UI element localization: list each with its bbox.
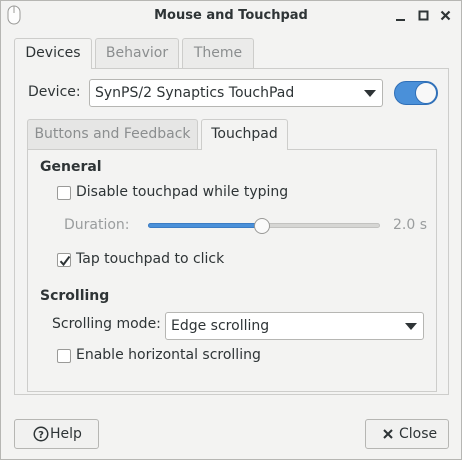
chevron-down-icon [364, 90, 376, 97]
scrolling-mode-select[interactable]: Edge scrolling [165, 312, 424, 340]
minimize-icon[interactable] [393, 8, 409, 24]
chevron-down-icon [405, 323, 417, 330]
horizontal-scrolling-label[interactable]: Enable horizontal scrolling [76, 347, 261, 363]
general-heading: General [40, 159, 102, 175]
horizontal-scrolling-checkbox[interactable] [57, 349, 71, 363]
maximize-icon[interactable] [416, 8, 432, 24]
help-icon: ? [33, 426, 49, 446]
window-title: Mouse and Touchpad [154, 8, 308, 23]
tab-touchpad-label: Touchpad [211, 126, 278, 142]
tab-buttons-and-feedback[interactable]: Buttons and Feedback [27, 119, 198, 149]
tab-behavior[interactable]: Behavior [95, 38, 179, 68]
device-select-value: SynPS/2 Synaptics TouchPad [95, 85, 295, 101]
duration-slider-handle[interactable] [253, 218, 270, 234]
help-label: Help [50, 426, 82, 442]
svg-text:?: ? [38, 430, 44, 441]
title-bar[interactable]: Mouse and Touchpad [1, 1, 461, 31]
device-select[interactable]: SynPS/2 Synaptics TouchPad [89, 79, 383, 107]
tap-to-click-checkbox[interactable] [57, 253, 71, 267]
switch-knob [415, 82, 437, 104]
close-icon[interactable] [438, 8, 454, 24]
scrolling-mode-label: Scrolling mode: [52, 316, 161, 332]
duration-slider-fill [148, 223, 262, 228]
scrolling-heading: Scrolling [40, 288, 110, 304]
checkmark-icon [59, 255, 71, 267]
help-button[interactable]: ? Help [14, 419, 99, 449]
tab-behavior-label: Behavior [105, 45, 169, 61]
device-label: Device: [28, 84, 81, 100]
scrolling-mode-value: Edge scrolling [171, 318, 270, 334]
tab-touchpad[interactable]: Touchpad [201, 119, 288, 150]
duration-value: 2.0 s [393, 217, 428, 233]
tab-devices-label: Devices [25, 45, 81, 61]
device-enabled-switch[interactable] [394, 81, 438, 105]
duration-label: Duration: [64, 217, 130, 233]
close-label: Close [399, 426, 438, 442]
tab-theme[interactable]: Theme [182, 38, 254, 68]
tab-devices[interactable]: Devices [14, 38, 92, 69]
tab-buttons-and-feedback-label: Buttons and Feedback [34, 126, 191, 142]
disable-while-typing-label[interactable]: Disable touchpad while typing [76, 184, 288, 200]
disable-while-typing-checkbox[interactable] [57, 186, 71, 200]
close-button[interactable]: Close [365, 419, 449, 449]
close-x-icon [382, 428, 394, 444]
tab-theme-label: Theme [193, 45, 243, 61]
mouse-touchpad-window: Mouse and Touchpad Devices Behavior Them… [0, 0, 462, 460]
tap-to-click-label[interactable]: Tap touchpad to click [76, 251, 224, 267]
